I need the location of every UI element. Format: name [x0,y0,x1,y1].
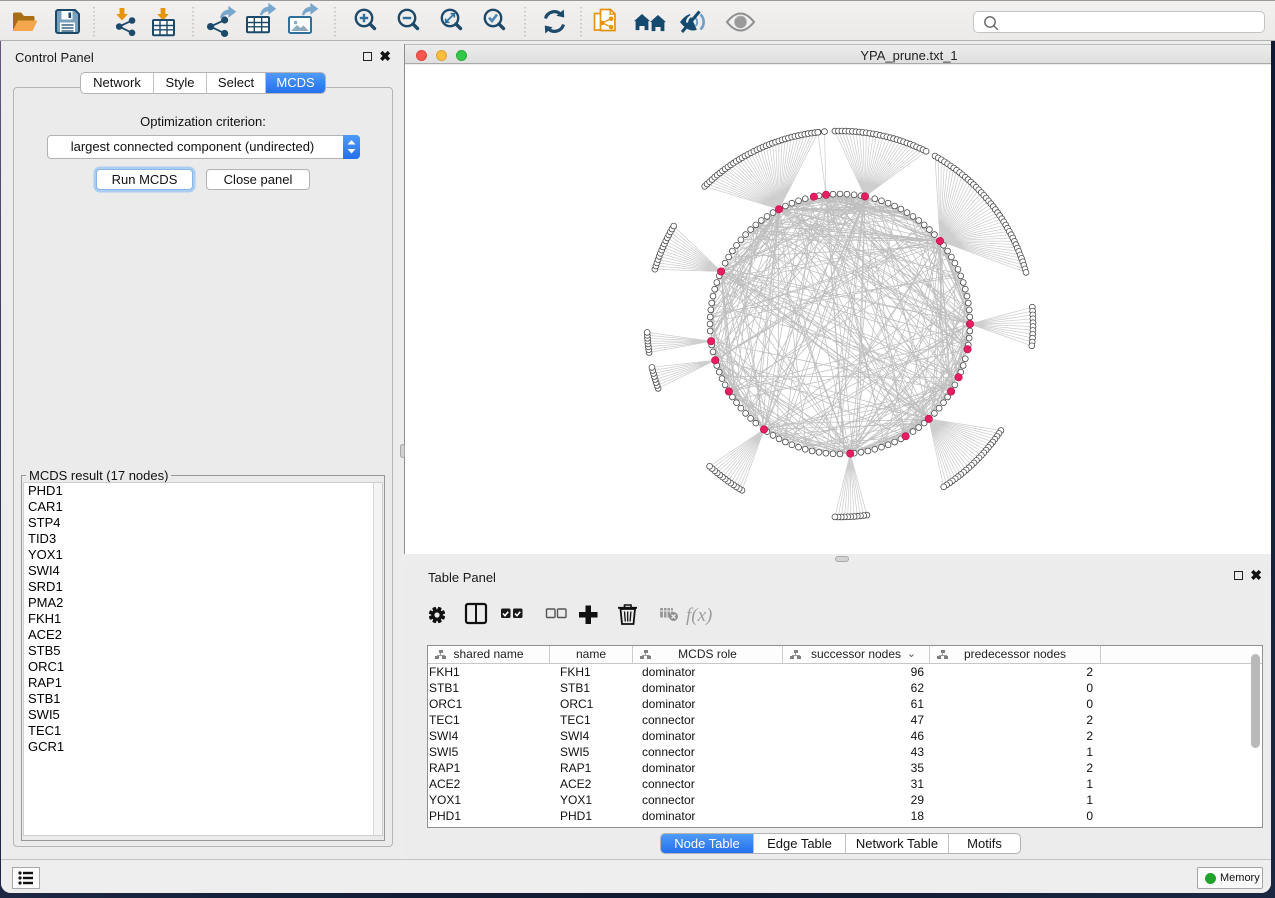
svg-text:f(x): f(x) [686,605,712,626]
